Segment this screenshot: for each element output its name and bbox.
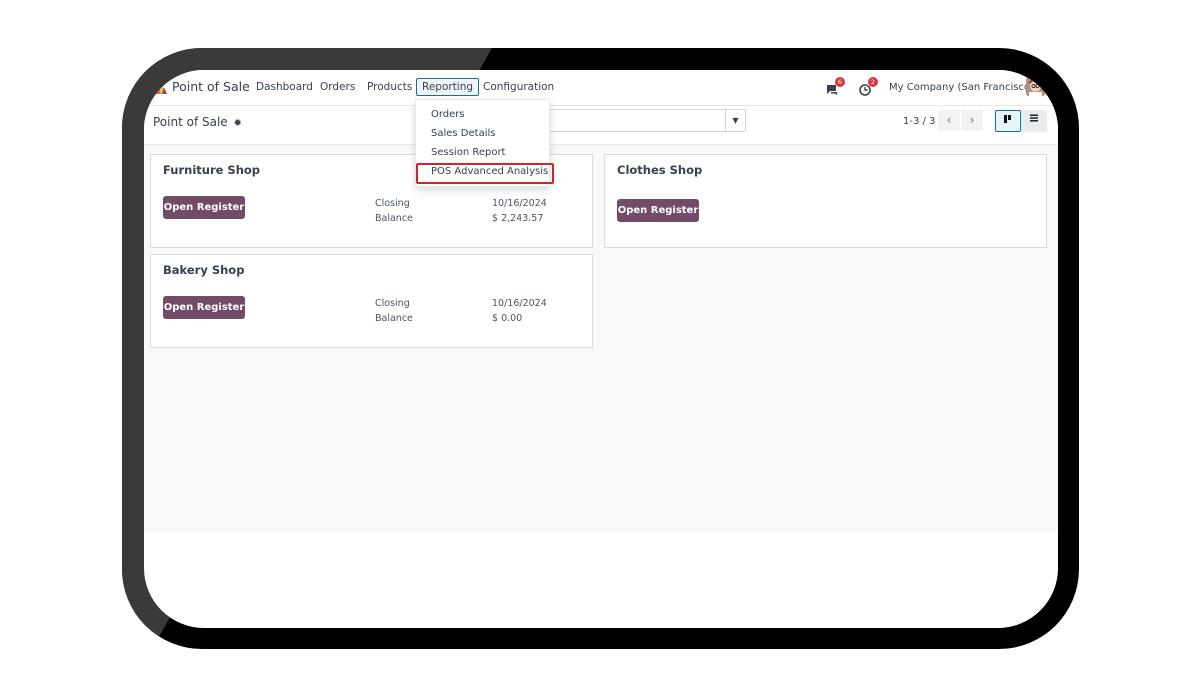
list-view-button[interactable]	[1021, 110, 1047, 132]
reporting-dropdown-menu: Orders Sales Details Session Report POS …	[415, 99, 554, 187]
menu-dashboard[interactable]: Dashboard	[256, 81, 313, 93]
activities-button[interactable]: 2	[859, 77, 878, 96]
messages-badge: 6	[835, 77, 845, 87]
kanban-icon	[1004, 115, 1011, 123]
avatar-face-icon	[1026, 77, 1045, 96]
app-title[interactable]: Point of Sale	[172, 79, 250, 94]
balance-value: $ 0.00	[492, 313, 523, 324]
chevron-left-icon: ‹	[946, 113, 952, 127]
dropdown-item-session-report[interactable]: Session Report	[431, 147, 505, 158]
dropdown-item-orders[interactable]: Orders	[431, 109, 465, 120]
pager-next-button[interactable]: ›	[961, 110, 983, 131]
pager-previous-button[interactable]: ‹	[938, 110, 960, 131]
menu-orders[interactable]: Orders	[320, 81, 355, 93]
balance-label: Balance	[375, 313, 413, 324]
list-icon	[1030, 114, 1038, 122]
search-input[interactable]: ▼	[549, 109, 746, 132]
card-values: 10/16/2024 $ 2,243.57	[492, 196, 547, 226]
card-title: Furniture Shop	[163, 163, 261, 177]
pos-logo-icon[interactable]	[154, 81, 168, 95]
app-window: Point of Sale Dashboard Orders Products …	[144, 70, 1058, 532]
pos-card-clothes-shop[interactable]: Clothes Shop Open Register	[604, 154, 1047, 248]
closing-date: 10/16/2024	[492, 298, 547, 309]
pos-card-bakery-shop[interactable]: Bakery Shop Open Register Closing Balanc…	[150, 254, 593, 348]
messages-button[interactable]: 6	[826, 77, 845, 95]
dropdown-item-sales-details[interactable]: Sales Details	[431, 128, 495, 139]
open-register-button[interactable]: Open Register	[617, 199, 699, 222]
screen: Point of Sale Dashboard Orders Products …	[144, 70, 1058, 628]
search-options-toggle[interactable]: ▼	[725, 110, 745, 131]
card-labels: Closing Balance	[375, 296, 413, 326]
open-register-button[interactable]: Open Register	[163, 296, 245, 319]
open-register-button[interactable]: Open Register	[163, 196, 245, 219]
card-labels: Closing Balance	[375, 196, 413, 226]
closing-label: Closing	[375, 198, 410, 209]
balance-label: Balance	[375, 213, 413, 224]
card-title: Bakery Shop	[163, 263, 245, 277]
balance-value: $ 2,243.57	[492, 213, 544, 224]
menu-reporting[interactable]: Reporting	[416, 78, 480, 96]
closing-date: 10/16/2024	[492, 198, 547, 209]
user-avatar[interactable]	[1026, 77, 1045, 96]
pager-value[interactable]: 1-3 / 3	[903, 116, 935, 127]
control-panel: Point of Sale ✹ ▼ 1-3 / 3 ‹ ›	[144, 106, 1058, 145]
breadcrumb: Point of Sale ✹	[153, 115, 242, 129]
caret-down-icon: ▼	[732, 116, 739, 125]
page-title: Point of Sale	[153, 115, 228, 129]
menu-products[interactable]: Products	[367, 81, 412, 93]
activities-badge: 2	[868, 77, 878, 87]
top-navbar: Point of Sale Dashboard Orders Products …	[144, 70, 1058, 106]
closing-label: Closing	[375, 298, 410, 309]
company-switcher[interactable]: My Company (San Francisco)	[889, 82, 1034, 93]
kanban-view-button[interactable]	[995, 110, 1021, 132]
menu-configuration[interactable]: Configuration	[483, 81, 554, 93]
gear-icon[interactable]: ✹	[234, 118, 242, 129]
card-title: Clothes Shop	[617, 163, 703, 177]
card-values: 10/16/2024 $ 0.00	[492, 296, 547, 326]
highlight-box	[416, 163, 554, 184]
chevron-right-icon: ›	[969, 113, 975, 127]
